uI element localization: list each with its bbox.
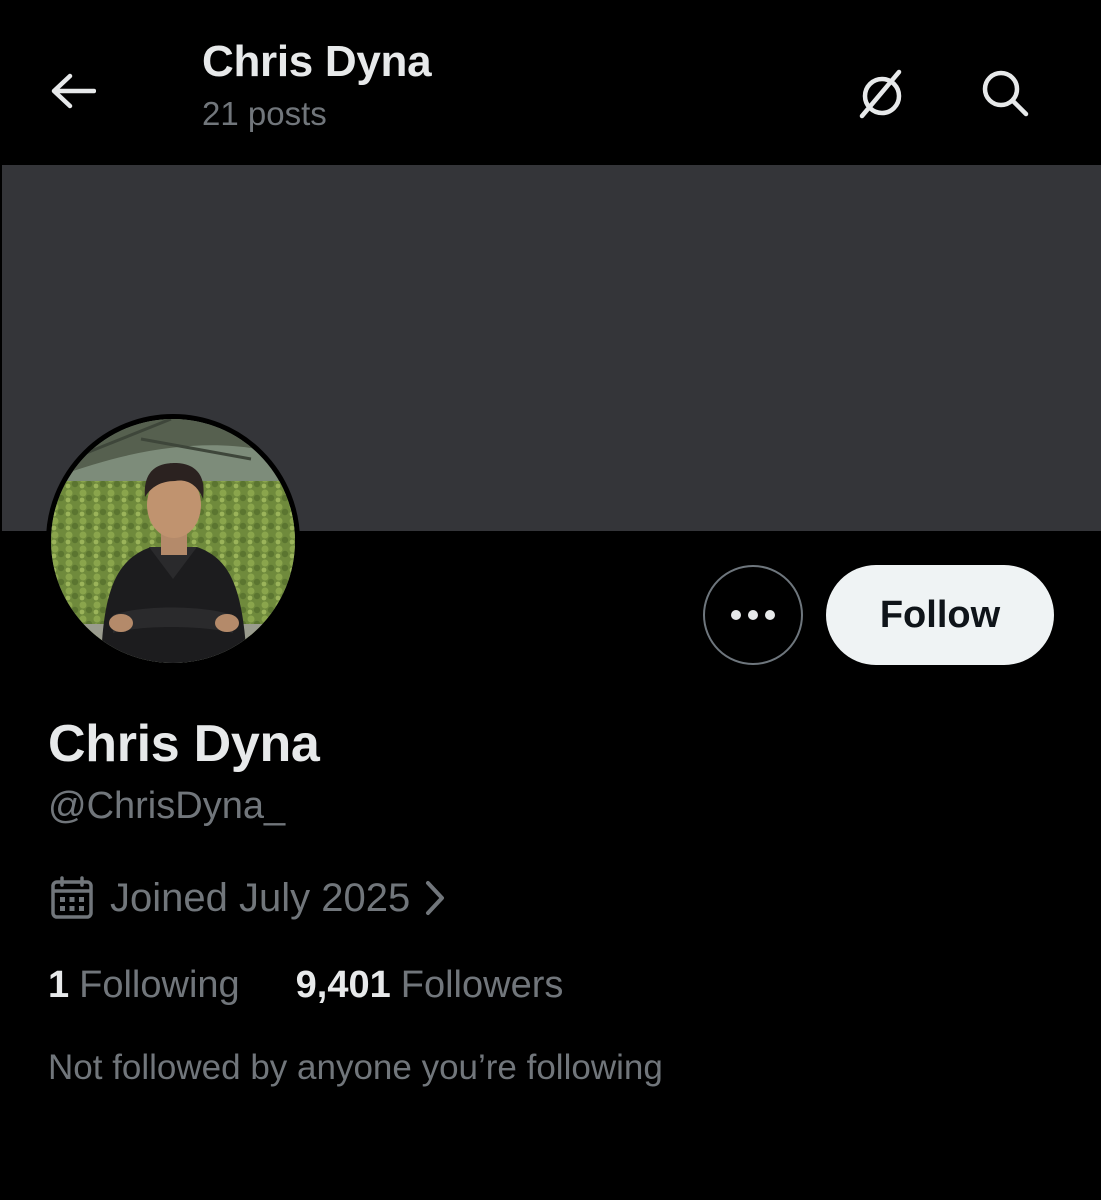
more-horizontal-icon (731, 610, 775, 620)
posts-count: 21 posts (202, 95, 327, 133)
header-title-block: Chris Dyna 21 posts (202, 37, 432, 133)
header-title: Chris Dyna (202, 37, 432, 86)
avatar-photo (51, 419, 295, 663)
search-button[interactable] (974, 62, 1036, 124)
mutual-followers-note: Not followed by anyone you’re following (48, 1048, 663, 1087)
followers-link[interactable]: 9,401 Followers (296, 964, 564, 1007)
profile-page: Chris Dyna 21 posts Follow Chris Dyna @C… (0, 0, 1101, 1200)
follow-stats: 1 Following 9,401 Followers (48, 964, 563, 1007)
joined-date-row[interactable]: Joined July 2025 (50, 872, 446, 924)
back-button[interactable] (44, 62, 102, 120)
user-handle: @ChrisDyna_ (48, 785, 286, 827)
followers-count: 9,401 (295, 964, 391, 1006)
joined-date: Joined July 2025 (110, 875, 411, 920)
grok-button[interactable] (850, 62, 914, 126)
more-options-button[interactable] (703, 565, 803, 665)
calendar-icon (51, 876, 93, 919)
display-name: Chris Dyna (48, 715, 320, 773)
following-label: Following (79, 964, 240, 1006)
arrow-left-icon (51, 73, 96, 109)
following-count: 1 (48, 964, 70, 1006)
following-link[interactable]: 1 Following (48, 964, 240, 1007)
grok-icon (859, 69, 902, 119)
follow-button[interactable]: Follow (826, 565, 1054, 665)
chevron-right-icon (424, 879, 446, 917)
search-icon (982, 70, 1029, 117)
top-bar: Chris Dyna 21 posts (0, 0, 1101, 165)
avatar[interactable] (46, 414, 300, 668)
followers-label: Followers (400, 964, 564, 1006)
